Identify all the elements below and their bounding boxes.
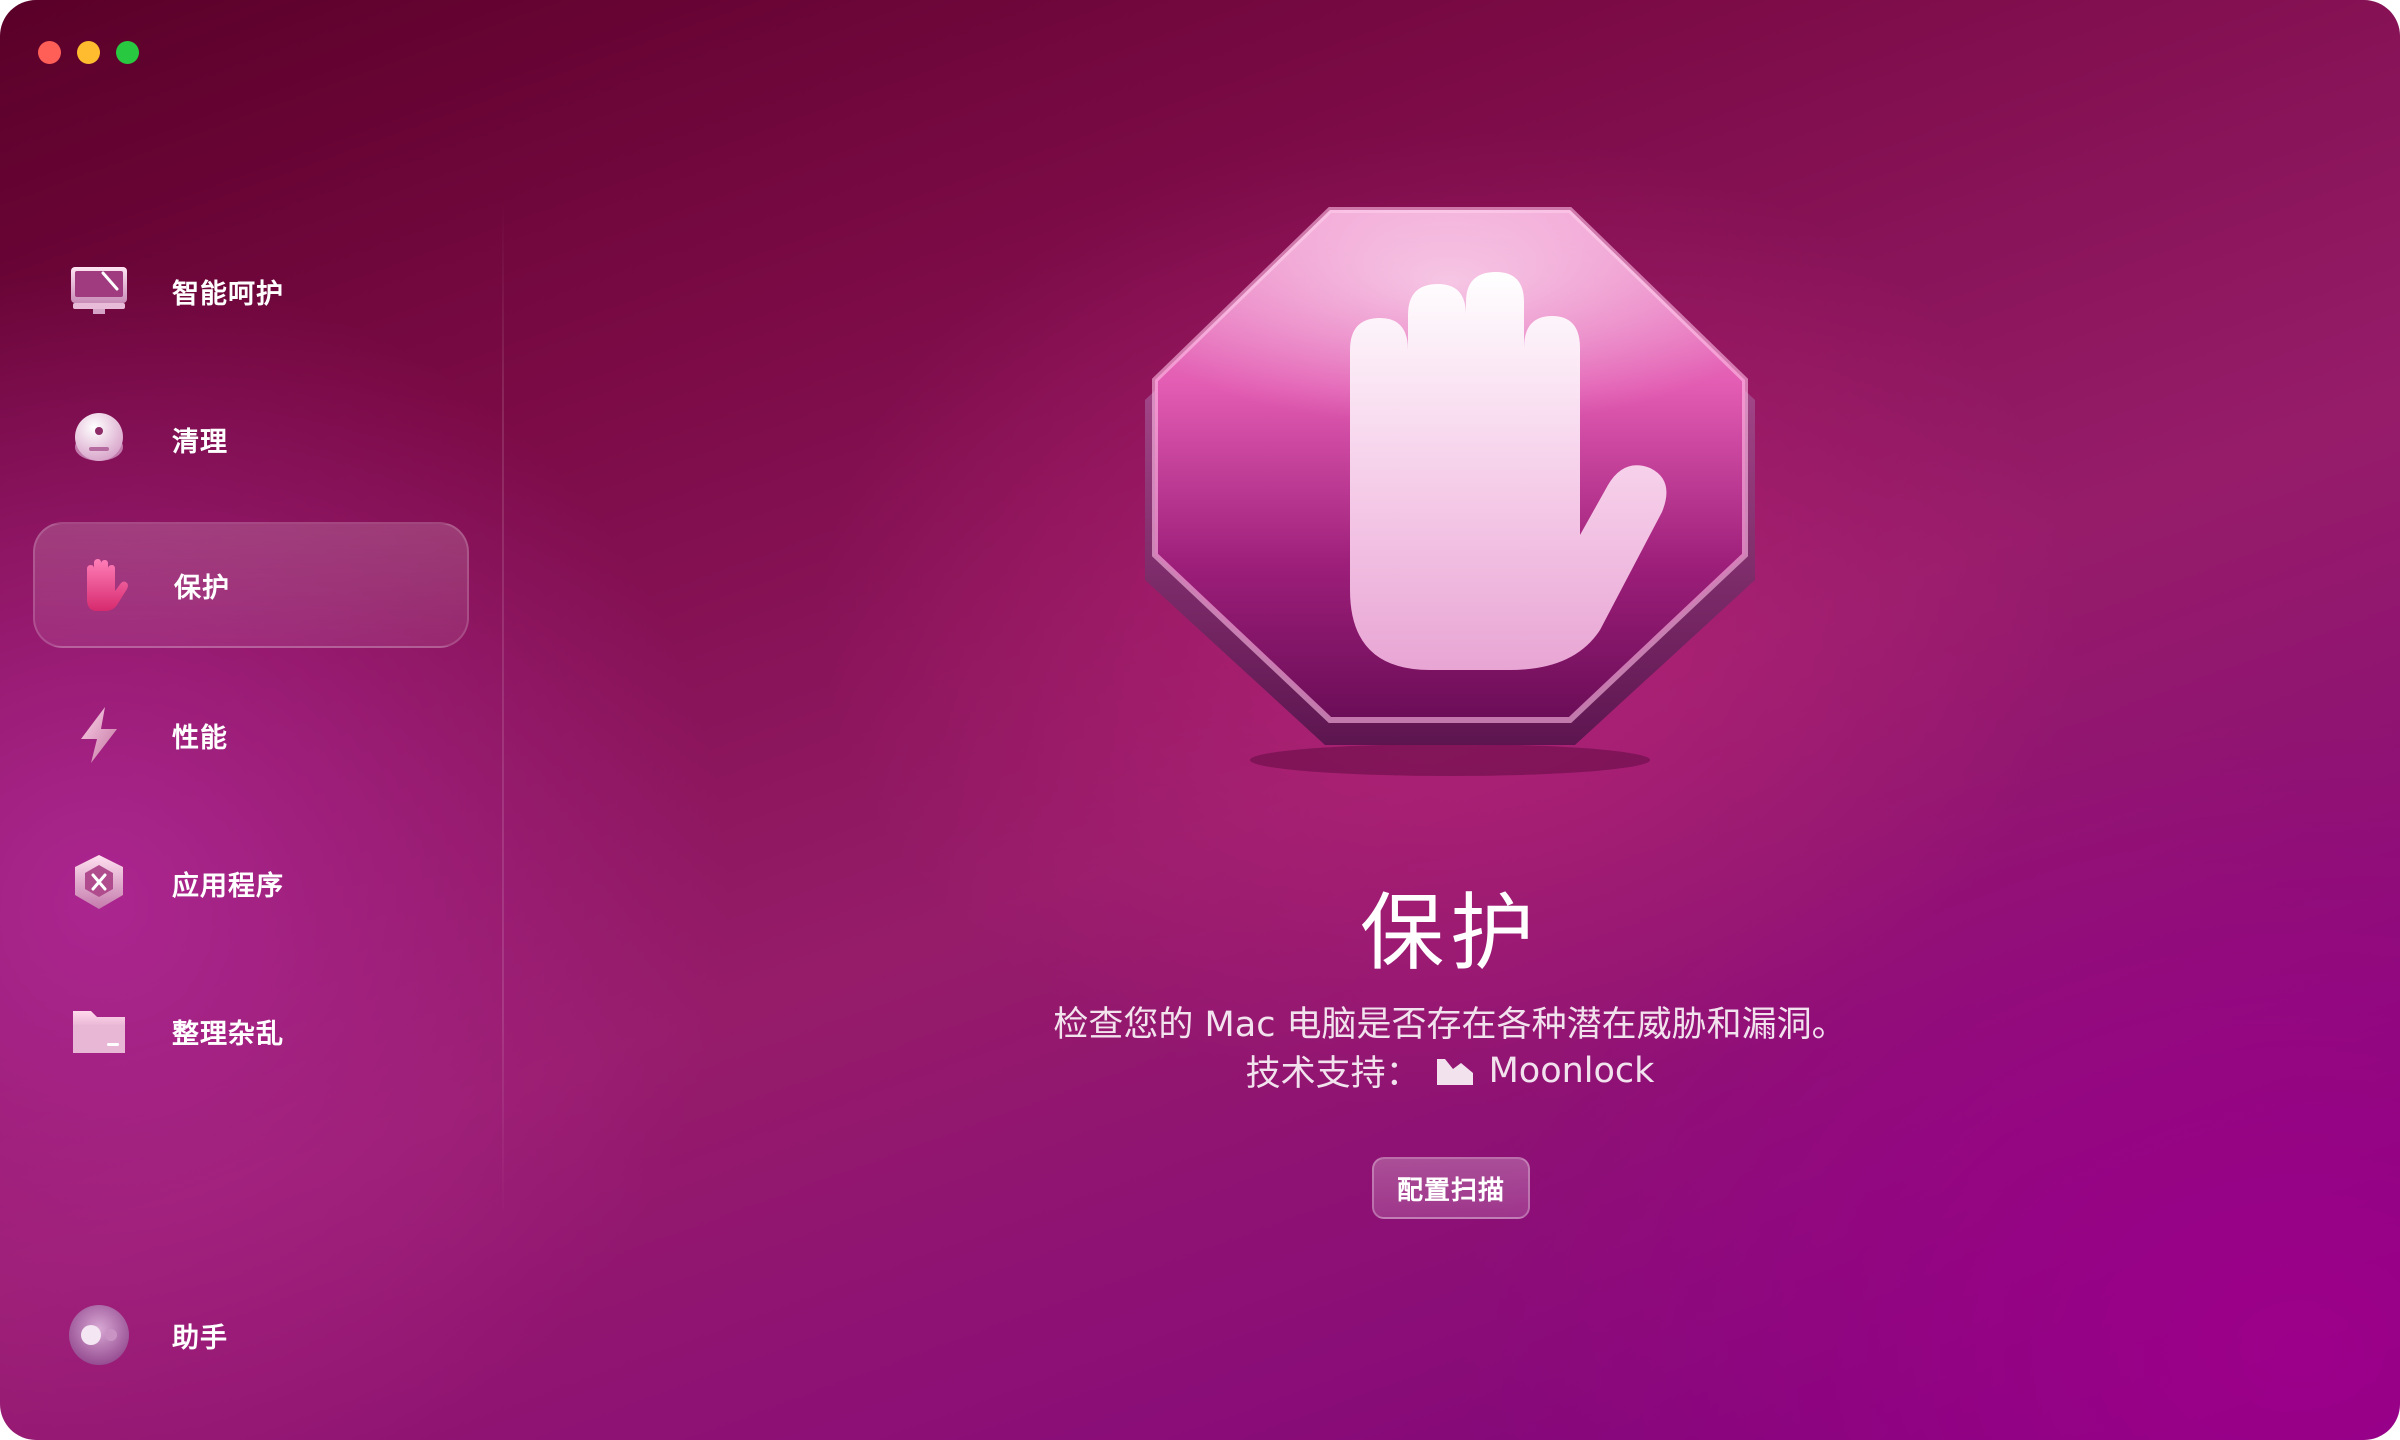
- assistant-toggle-icon: [67, 1303, 131, 1367]
- hand-icon: [69, 553, 133, 617]
- sidebar-item-protection[interactable]: 保护: [33, 522, 469, 648]
- window-controls: [38, 41, 139, 64]
- sidebar-divider: [502, 200, 504, 1220]
- powered-by-brand: Moonlock: [1488, 1050, 1655, 1091]
- sidebar-item-label: 清理: [172, 426, 228, 458]
- powered-by-label: 技术支持：: [1245, 1054, 1421, 1094]
- moonlock-logo-icon: [1435, 1055, 1475, 1087]
- sidebar-item-label: 应用程序: [172, 870, 284, 902]
- sidebar-item-smart-care[interactable]: 智能呵护: [33, 228, 469, 354]
- sidebar-item-performance[interactable]: 性能: [33, 672, 469, 798]
- configure-scan-button[interactable]: 配置扫描: [1372, 1157, 1530, 1219]
- cleanup-disc-icon: [67, 407, 131, 471]
- stop-hand-octagon-icon: [1145, 207, 1755, 776]
- close-button[interactable]: [38, 41, 61, 64]
- sidebar-item-label: 助手: [172, 1322, 228, 1354]
- sidebar-item-label: 智能呵护: [172, 278, 284, 310]
- app-window: 智能呵护 清理 保护 性能 应用程序 整理杂乱 助手 保护 检查您的 Mac 电…: [0, 0, 2400, 1440]
- applications-icon: [67, 851, 131, 915]
- sidebar-item-applications[interactable]: 应用程序: [33, 820, 469, 946]
- monitor-icon: [67, 259, 131, 323]
- zoom-button[interactable]: [116, 41, 139, 64]
- minimize-button[interactable]: [77, 41, 100, 64]
- powered-by: 技术支持： Moonlock: [1000, 1045, 1900, 1096]
- sidebar-item-label: 整理杂乱: [172, 1018, 284, 1050]
- sidebar-item-assistant[interactable]: 助手: [33, 1272, 469, 1398]
- page-description: 检查您的 Mac 电脑是否存在各种潜在威胁和漏洞。: [1053, 1005, 1847, 1045]
- sidebar-item-cleanup[interactable]: 清理: [33, 376, 469, 502]
- sidebar-item-label: 保护: [174, 572, 230, 604]
- folder-icon: [67, 999, 131, 1063]
- sidebar-item-label: 性能: [172, 722, 228, 754]
- sidebar-item-declutter[interactable]: 整理杂乱: [33, 968, 469, 1094]
- lightning-icon: [67, 703, 131, 767]
- page-title: 保护: [1359, 884, 1540, 982]
